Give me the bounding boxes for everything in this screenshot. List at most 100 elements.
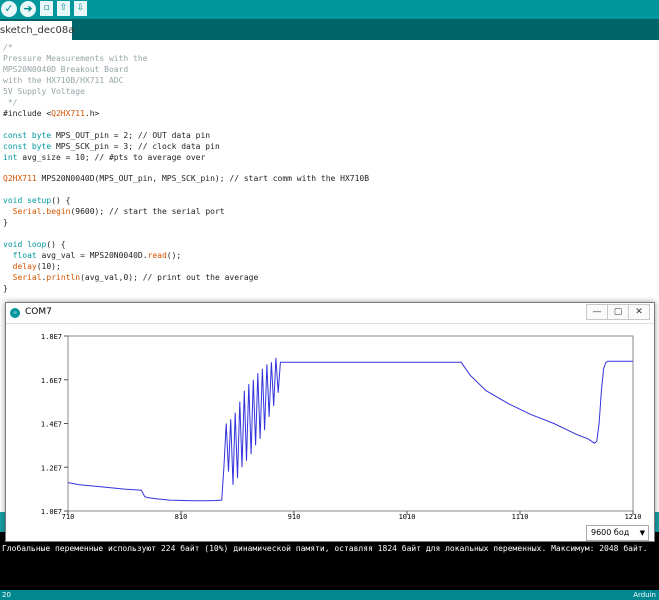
toolbar: ✓ ➜ ▫ ⇧ ⇩ — [0, 0, 659, 19]
y-tick-label: 1.0E7 — [41, 508, 62, 516]
code-token: Q2HX711 — [51, 108, 85, 118]
x-tick-label: 810 — [175, 513, 188, 519]
code-token: (9600); — [70, 207, 109, 217]
code-line: /* — [3, 42, 13, 53]
tab-bar: sketch_dec08a — [0, 19, 659, 40]
code-line: const byte MPS_SCK_pin = 3; // clock dat… — [3, 141, 220, 152]
maximize-button[interactable]: ▢ — [607, 304, 629, 320]
upload-icon[interactable]: ➜ — [20, 1, 36, 17]
serial-plot-chart: 1.0E7 1.2E7 1.4E7 1.6E7 1.8E7 710 810 910 1010 11… — [41, 333, 642, 521]
status-line-number: 20 — [2, 591, 11, 599]
code-token: // print out the average — [142, 272, 259, 282]
code-token: delay — [12, 262, 37, 271]
code-line: } — [3, 283, 8, 294]
code-token: with the HX710B/HX711 ADC — [3, 75, 124, 85]
code-token: read — [147, 251, 167, 261]
status-board: Arduin — [633, 591, 656, 599]
code-line: void loop() { — [3, 239, 66, 250]
code-token: const byte — [3, 130, 52, 140]
baud-rate-select[interactable]: 9600 бод ▼ — [586, 525, 649, 541]
minimize-button[interactable]: — — [586, 304, 608, 320]
code-token: } — [3, 283, 8, 293]
code-token: 5V Supply Voltage — [3, 86, 85, 96]
code-line: */ — [3, 97, 18, 108]
code-token: MPS20N0040D Breakout Board — [3, 64, 129, 74]
status-bar: 20 Arduin — [0, 590, 659, 600]
code-token: println — [46, 272, 81, 282]
code-token: setup — [27, 196, 52, 206]
code-line: Serial.begin(9600); // start the serial … — [3, 206, 225, 217]
y-tick-label: 1.2E7 — [41, 464, 62, 472]
code-token: loop — [27, 240, 47, 250]
code-line: Serial.println(avg_val,0); // print out … — [3, 272, 259, 283]
code-token: // start comm with the HX710B — [229, 174, 370, 184]
code-line: Pressure Measurements with the — [3, 53, 148, 64]
code-token: // start the serial port — [109, 207, 225, 217]
code-token: (avg_val,0); — [80, 272, 143, 282]
arduino-logo-icon: ∞ — [10, 308, 20, 318]
code-token: float — [12, 251, 37, 261]
code-token: void — [3, 240, 23, 250]
code-token: begin — [46, 207, 71, 217]
code-line: 5V Supply Voltage — [3, 86, 85, 97]
code-token: MPS_SCK_pin = 3; — [51, 141, 138, 151]
code-token: () { — [46, 240, 66, 250]
code-token: int — [3, 152, 18, 162]
x-tick-label: 910 — [288, 513, 301, 519]
code-token: Q2HX711 — [3, 174, 37, 184]
code-token: (10); — [36, 262, 61, 271]
serial-plotter-titlebar[interactable]: ∞ COM7 — ▢ ✕ — [6, 303, 654, 324]
verify-icon[interactable]: ✓ — [1, 1, 17, 17]
code-token: (); — [166, 251, 182, 261]
code-token: // OUT data pin — [137, 130, 211, 140]
code-line: #include <Q2HX711.h> — [3, 108, 99, 119]
x-tick-label: 1010 — [399, 513, 416, 519]
code-token: avg_size = 10; — [17, 152, 95, 162]
code-token: #include < — [3, 108, 52, 118]
code-token: /* — [3, 43, 13, 52]
baud-rate-value: 9600 бод — [591, 528, 630, 537]
code-line: int avg_size = 10; // #pts to average ov… — [3, 152, 205, 163]
code-token: } — [3, 218, 8, 228]
code-token: // #pts to average over — [94, 152, 206, 162]
tab-sketch[interactable]: sketch_dec08a — [0, 21, 74, 40]
x-tick-label: 710 — [62, 513, 75, 519]
code-token: avg_val = MPS20N0040D. — [36, 251, 148, 261]
console-message: Глобальные переменные используют 224 бай… — [2, 544, 648, 553]
code-token: */ — [3, 97, 18, 107]
y-tick-label: 1.6E7 — [41, 377, 62, 385]
x-tick-label: 1210 — [625, 513, 642, 519]
code-line: const byte MPS_OUT_pin = 2; // OUT data … — [3, 130, 210, 141]
code-token: .h> — [84, 108, 100, 118]
code-line: Q2HX711 MPS20N0040D(MPS_OUT_pin, MPS_SCK… — [3, 173, 369, 184]
code-line: delay(10); — [3, 261, 61, 272]
code-token: const byte — [3, 141, 52, 151]
code-token: MPS_OUT_pin = 2; — [51, 130, 138, 140]
code-line: MPS20N0040D Breakout Board — [3, 64, 128, 75]
open-sketch-icon[interactable]: ⇧ — [57, 1, 70, 16]
serial-plotter-window: ∞ COM7 — ▢ ✕ 1.0E7 1.2E7 1.4E7 1.6E7 1.8E7 71… — [5, 302, 655, 542]
plot-area: 1.0E7 1.2E7 1.4E7 1.6E7 1.8E7 710 810 910 1010 11… — [6, 324, 654, 521]
code-token: Serial — [12, 207, 42, 217]
save-sketch-icon[interactable]: ⇩ — [74, 1, 87, 16]
code-line: void setup() { — [3, 195, 70, 206]
new-sketch-icon[interactable]: ▫ — [40, 1, 53, 16]
code-token: MPS20N0040D(MPS_OUT_pin, MPS_SCK_pin); — [36, 174, 230, 184]
code-token: Pressure Measurements with the — [3, 53, 148, 63]
code-token: // clock data pin — [137, 141, 220, 151]
code-token: void — [3, 196, 23, 206]
x-tick-label: 1110 — [512, 513, 529, 519]
serial-plotter-title: COM7 — [25, 307, 52, 317]
close-button[interactable]: ✕ — [628, 304, 650, 320]
y-tick-label: 1.8E7 — [41, 333, 62, 341]
code-line: float avg_val = MPS20N0040D.read(); — [3, 250, 182, 261]
code-line: } — [3, 217, 8, 228]
code-editor[interactable]: /* Pressure Measurements with the MPS20N00… — [0, 40, 659, 312]
code-token: Serial — [12, 272, 42, 282]
code-token: () { — [51, 196, 71, 206]
dropdown-arrow-icon: ▼ — [639, 529, 645, 537]
